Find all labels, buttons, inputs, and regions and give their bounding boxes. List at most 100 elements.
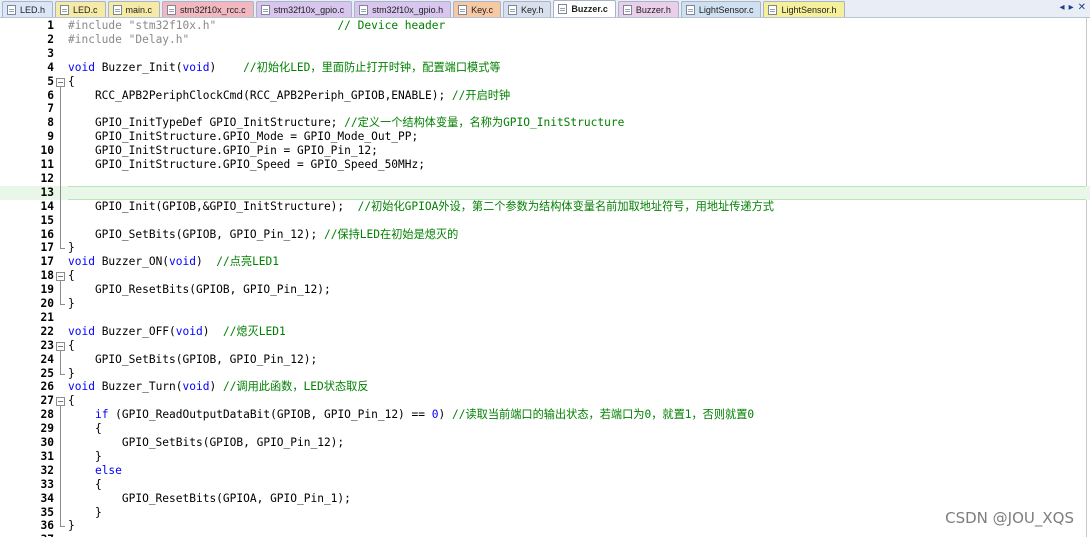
code-text[interactable]: { [68, 422, 1086, 436]
code-line[interactable]: 32 else [0, 463, 1090, 478]
code-text[interactable]: { [68, 478, 1086, 492]
code-line[interactable]: 5−{ [0, 75, 1090, 90]
code-line[interactable]: 19 GPIO_ResetBits(GPIOB, GPIO_Pin_12); [0, 283, 1090, 298]
arrow-right-icon[interactable]: ▸ [1069, 2, 1074, 14]
code-text[interactable]: } [68, 506, 1086, 520]
file-tab[interactable]: main.c [107, 1, 161, 17]
code-line[interactable]: 8 GPIO_InitTypeDef GPIO_InitStructure; /… [0, 116, 1090, 131]
code-line[interactable]: 12 [0, 171, 1090, 186]
code-text[interactable]: GPIO_ResetBits(GPIOB, GPIO_Pin_12); [68, 283, 1086, 297]
code-editor[interactable]: 1 #include "stm32f10x.h" // Device header… [0, 18, 1090, 537]
file-tab[interactable]: Key.c [453, 1, 502, 17]
code-text[interactable]: RCC_APB2PeriphClockCmd(RCC_APB2Periph_GP… [68, 89, 1086, 103]
code-line[interactable]: 30 GPIO_SetBits(GPIOB, GPIO_Pin_12); [0, 436, 1090, 450]
code-line[interactable]: 1 #include "stm32f10x.h" // Device header [0, 19, 1090, 33]
code-line[interactable]: 9 GPIO_InitStructure.GPIO_Mode = GPIO_Mo… [0, 130, 1090, 145]
arrow-left-icon[interactable]: ◂ [1060, 2, 1065, 14]
fold-toggle-icon[interactable]: − [56, 394, 66, 410]
code-line[interactable]: 31 } [0, 449, 1090, 464]
code-line[interactable]: 16 GPIO_SetBits(GPIOB, GPIO_Pin_12); //保… [0, 227, 1090, 242]
file-tab[interactable]: LED.c [55, 1, 106, 17]
code-line[interactable]: 18−{ [0, 269, 1090, 285]
code-text[interactable]: GPIO_InitStructure.GPIO_Mode = GPIO_Mode… [68, 130, 1086, 144]
code-line[interactable]: 33 { [0, 477, 1090, 492]
code-text[interactable]: { [68, 394, 1086, 408]
code-line[interactable]: 25} [0, 366, 1090, 381]
code-line[interactable]: 22 void Buzzer_OFF(void) //熄灭LED1 [0, 325, 1090, 339]
code-line[interactable]: 34 GPIO_ResetBits(GPIOA, GPIO_Pin_1); [0, 491, 1090, 506]
file-tab[interactable]: Buzzer.c [553, 0, 616, 17]
code-line[interactable]: 17} [0, 241, 1090, 255]
code-line[interactable]: 27−{ [0, 394, 1090, 410]
code-line[interactable]: 36} [0, 519, 1090, 533]
code-text[interactable]: GPIO_ResetBits(GPIOA, GPIO_Pin_1); [68, 492, 1086, 506]
code-line[interactable]: 28 if (GPIO_ReadOutputDataBit(GPIOB, GPI… [0, 408, 1090, 423]
code-line[interactable]: 2 #include "Delay.h" [0, 33, 1090, 47]
code-text[interactable]: void Buzzer_OFF(void) //熄灭LED1 [68, 325, 1086, 339]
code-line[interactable]: 15 [0, 213, 1090, 228]
code-text[interactable] [68, 172, 1086, 186]
code-text[interactable]: { [68, 75, 1086, 89]
file-tab[interactable]: LightSensor.c [680, 1, 762, 17]
code-text[interactable] [68, 311, 1086, 325]
code-line[interactable]: 7 [0, 102, 1090, 117]
code-line[interactable]: 23−{ [0, 339, 1090, 354]
code-line[interactable]: 24 GPIO_SetBits(GPIOB, GPIO_Pin_12); [0, 352, 1090, 367]
code-text[interactable]: void Buzzer_ON(void) //点亮LED1 [68, 255, 1086, 269]
code-line[interactable]: 35 } [0, 505, 1090, 520]
code-token: Buzzer_Turn( [94, 380, 183, 394]
code-text[interactable]: if (GPIO_ReadOutputDataBit(GPIOB, GPIO_P… [68, 408, 1086, 422]
code-text[interactable]: GPIO_SetBits(GPIOB, GPIO_Pin_12); [68, 353, 1086, 367]
code-text[interactable]: GPIO_Init(GPIOB,&GPIO_InitStructure); //… [68, 200, 1086, 214]
code-text[interactable] [68, 185, 1086, 200]
code-text[interactable]: #include "stm32f10x.h" // Device header [68, 19, 1086, 33]
code-line[interactable]: 14 GPIO_Init(GPIOB,&GPIO_InitStructure);… [0, 199, 1090, 214]
code-text[interactable]: GPIO_InitStructure.GPIO_Pin = GPIO_Pin_1… [68, 144, 1086, 158]
code-line[interactable]: 29 { [0, 422, 1090, 437]
fold-toggle-icon[interactable]: − [56, 75, 66, 90]
file-tab[interactable]: LED.h [2, 1, 54, 17]
code-line[interactable]: 13 [0, 185, 1090, 200]
code-line[interactable]: 26 void Buzzer_Turn(void) //调用此函数，LED状态取反 [0, 380, 1090, 394]
code-line[interactable]: 6 RCC_APB2PeriphClockCmd(RCC_APB2Periph_… [0, 88, 1090, 103]
code-line[interactable]: 4 void Buzzer_Init(void) //初始化LED，里面防止打开时… [0, 61, 1090, 75]
file-tab[interactable]: Key.h [503, 1, 552, 17]
code-line[interactable]: 17 void Buzzer_ON(void) //点亮LED1 [0, 255, 1090, 269]
code-text[interactable]: void Buzzer_Turn(void) //调用此函数，LED状态取反 [68, 380, 1086, 394]
file-tab[interactable]: stm32f10x_gpio.h [354, 1, 452, 17]
file-tab[interactable]: stm32f10x_gpio.c [255, 1, 353, 17]
code-text[interactable] [68, 47, 1086, 61]
code-text[interactable]: } [68, 367, 1086, 381]
code-text[interactable]: void Buzzer_Init(void) //初始化LED，里面防止打开时钟… [68, 61, 1086, 75]
fold-toggle-icon[interactable]: − [56, 339, 66, 354]
code-text[interactable]: GPIO_SetBits(GPIOB, GPIO_Pin_12); [68, 436, 1086, 450]
fold-toggle-icon[interactable]: − [56, 269, 66, 285]
code-text[interactable]: GPIO_InitTypeDef GPIO_InitStructure; //定… [68, 116, 1086, 130]
code-text[interactable]: } [68, 241, 1086, 255]
file-tab[interactable]: Buzzer.h [617, 1, 679, 17]
code-line[interactable]: 10 GPIO_InitStructure.GPIO_Pin = GPIO_Pi… [0, 144, 1090, 159]
code-text[interactable] [68, 102, 1086, 116]
fold-guide [56, 171, 66, 186]
code-text[interactable] [68, 533, 1086, 537]
code-text[interactable]: { [68, 269, 1086, 283]
close-icon[interactable]: ✕ [1078, 2, 1086, 14]
file-tab[interactable]: stm32f10x_rcc.c [162, 1, 254, 17]
code-text[interactable]: } [68, 297, 1086, 311]
code-line[interactable]: 11 GPIO_InitStructure.GPIO_Speed = GPIO_… [0, 158, 1090, 172]
code-text[interactable]: else [68, 464, 1086, 478]
code-line[interactable]: 3 [0, 47, 1090, 61]
code-line[interactable]: 37 [0, 533, 1090, 537]
code-text[interactable]: } [68, 519, 1086, 533]
code-text[interactable] [68, 214, 1086, 228]
line-number: 6 [47, 88, 54, 102]
line-number: 26 [40, 380, 54, 394]
code-line[interactable]: 21 [0, 311, 1090, 325]
file-tab[interactable]: LightSensor.h [763, 1, 845, 17]
code-text[interactable]: GPIO_SetBits(GPIOB, GPIO_Pin_12); //保持LE… [68, 228, 1086, 242]
code-text[interactable]: } [68, 450, 1086, 464]
code-text[interactable]: { [68, 339, 1086, 353]
code-text[interactable]: #include "Delay.h" [68, 33, 1086, 47]
code-line[interactable]: 20} [0, 297, 1090, 311]
code-text[interactable]: GPIO_InitStructure.GPIO_Speed = GPIO_Spe… [68, 158, 1086, 172]
